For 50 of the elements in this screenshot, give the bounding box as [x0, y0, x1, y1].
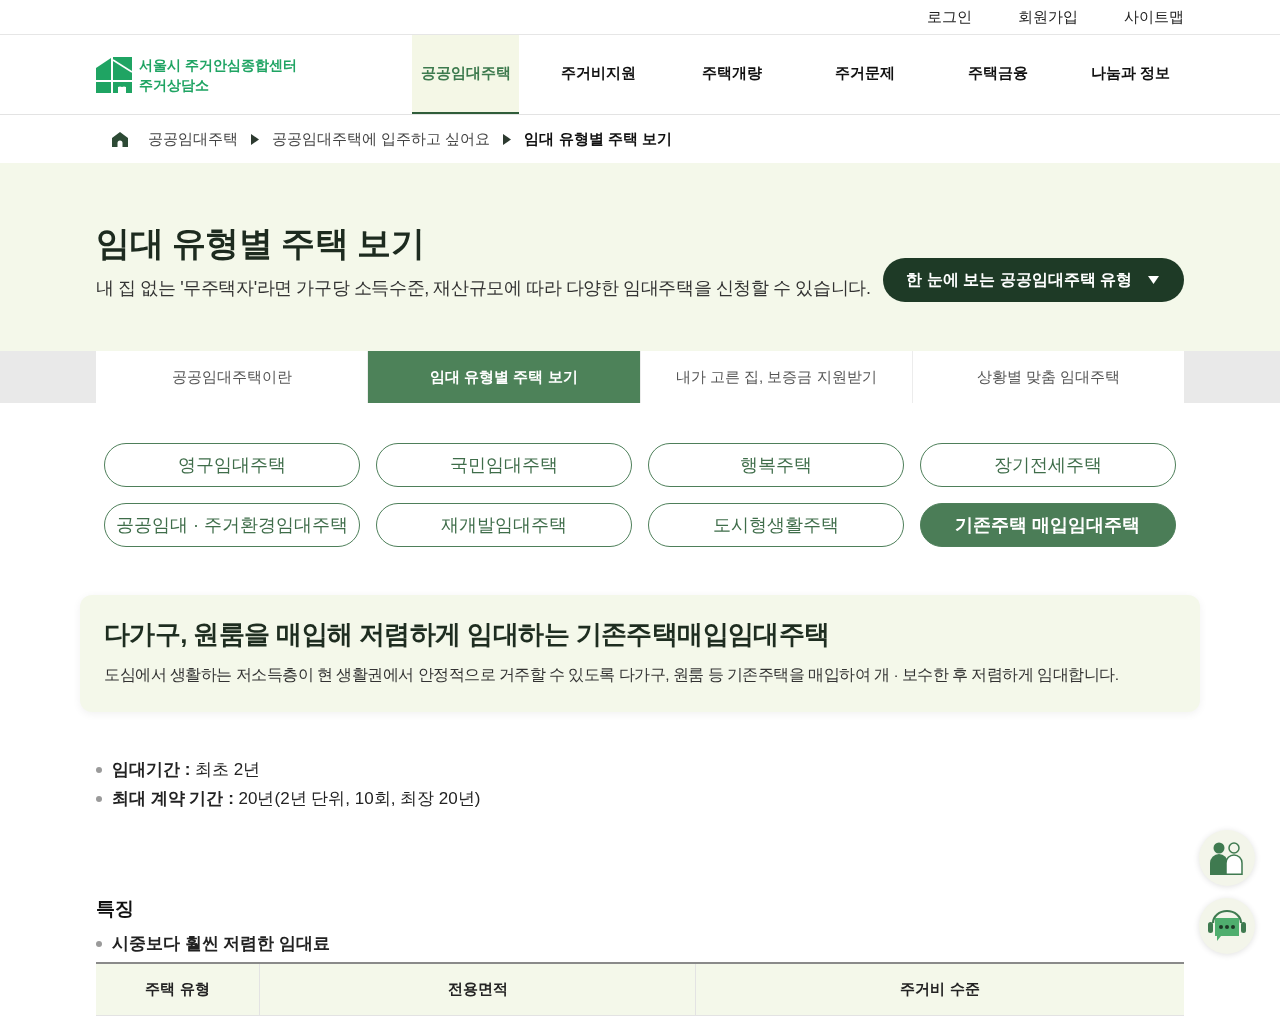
nav-item[interactable]: 주택금융 [944, 35, 1051, 114]
headset-chat-icon [1207, 909, 1247, 943]
nav-item[interactable]: 공공임대주택 [412, 35, 519, 114]
column-header: 주택 유형 [96, 963, 260, 1016]
housing-types-button[interactable]: 한 눈에 보는 공공임대주택 유형 [883, 258, 1184, 302]
housing-type-button[interactable]: 도시형생활주택 [648, 503, 904, 547]
utility-link[interactable]: 로그인 [927, 7, 972, 27]
column-header: 전용면적 [259, 963, 696, 1016]
breadcrumb-link[interactable]: 공공임대주택 [148, 129, 238, 149]
section-heading: 특징 [96, 897, 135, 921]
bullet-icon [96, 766, 102, 773]
caret-icon [503, 133, 512, 145]
page-title: 임대 유형별 주택 보기 [96, 223, 426, 264]
term-text: 임대기간 : 최초 2년 [112, 759, 261, 781]
housing-type-button[interactable]: 장기전세주택 [920, 443, 1176, 487]
housing-type-button[interactable]: 기존주택 매입임대주택 [920, 503, 1176, 547]
nav-item[interactable]: 나눔과 정보 [1077, 35, 1184, 114]
column-header: 주거비 수준 [695, 963, 1184, 1016]
housing-type-button[interactable]: 재개발임대주택 [376, 503, 632, 547]
page-subtitle: 내 집 없는 '무주택자'라면 가구당 소득수준, 재산규모에 따라 다양한 임대주택을 신청할 수 있습니다. [96, 277, 871, 300]
bullet-icon [96, 940, 102, 947]
people-button[interactable] [1199, 830, 1255, 886]
nav-item[interactable]: 주택개량 [678, 35, 785, 114]
nav-item[interactable]: 주거문제 [811, 35, 918, 114]
utility-link[interactable]: 사이트맵 [1124, 7, 1184, 27]
nav-item[interactable]: 주거비지원 [545, 35, 652, 114]
breadcrumb-link[interactable]: 공공임대주택에 입주하고 싶어요 [272, 129, 491, 149]
logo-text: 주거상담소 [139, 75, 210, 95]
breadcrumb-link[interactable]: 임대 유형별 주택 보기 [524, 129, 672, 149]
caret-icon [1148, 276, 1159, 284]
people-icon [1209, 841, 1245, 875]
tab[interactable]: 공공임대주택이란 [96, 351, 369, 403]
housing-type-button[interactable]: 행복주택 [648, 443, 904, 487]
tab[interactable]: 임대 유형별 주택 보기 [368, 351, 641, 403]
housing-type-button[interactable]: 영구임대주택 [104, 443, 360, 487]
logo-icon[interactable] [96, 56, 132, 93]
intro-title: 다가구, 원룸을 매입해 저렴하게 임대하는 기존주택매입임대주택 [104, 618, 831, 651]
utility-link[interactable]: 회원가입 [1018, 7, 1078, 27]
bullet-icon [96, 795, 102, 802]
housing-type-button[interactable]: 국민임대주택 [376, 443, 632, 487]
tab[interactable]: 내가 고른 집, 보증금 지원받기 [640, 351, 913, 403]
term-text: 최대 계약 기간 : 20년(2년 단위, 10회, 최장 20년) [112, 788, 481, 810]
housing-type-button[interactable]: 공공임대 · 주거환경임대주택 [104, 503, 360, 547]
chat-button[interactable] [1199, 898, 1255, 954]
tab[interactable]: 상황별 맞춤 임대주택 [912, 351, 1184, 403]
intro-description: 도심에서 생활하는 저소득층이 현 생활권에서 안정적으로 거주할 수 있도록 다가구, 원룸 등 기존주택을 매입하여 개 · 보수한 후 저렴하게 임대합니다. [104, 665, 1120, 685]
logo-text: 서울시 주거안심종합센터 [139, 55, 297, 75]
home-icon[interactable] [112, 131, 128, 147]
feature-text: 시중보다 훨씬 저렴한 임대료 [112, 933, 331, 955]
caret-icon [251, 133, 259, 145]
